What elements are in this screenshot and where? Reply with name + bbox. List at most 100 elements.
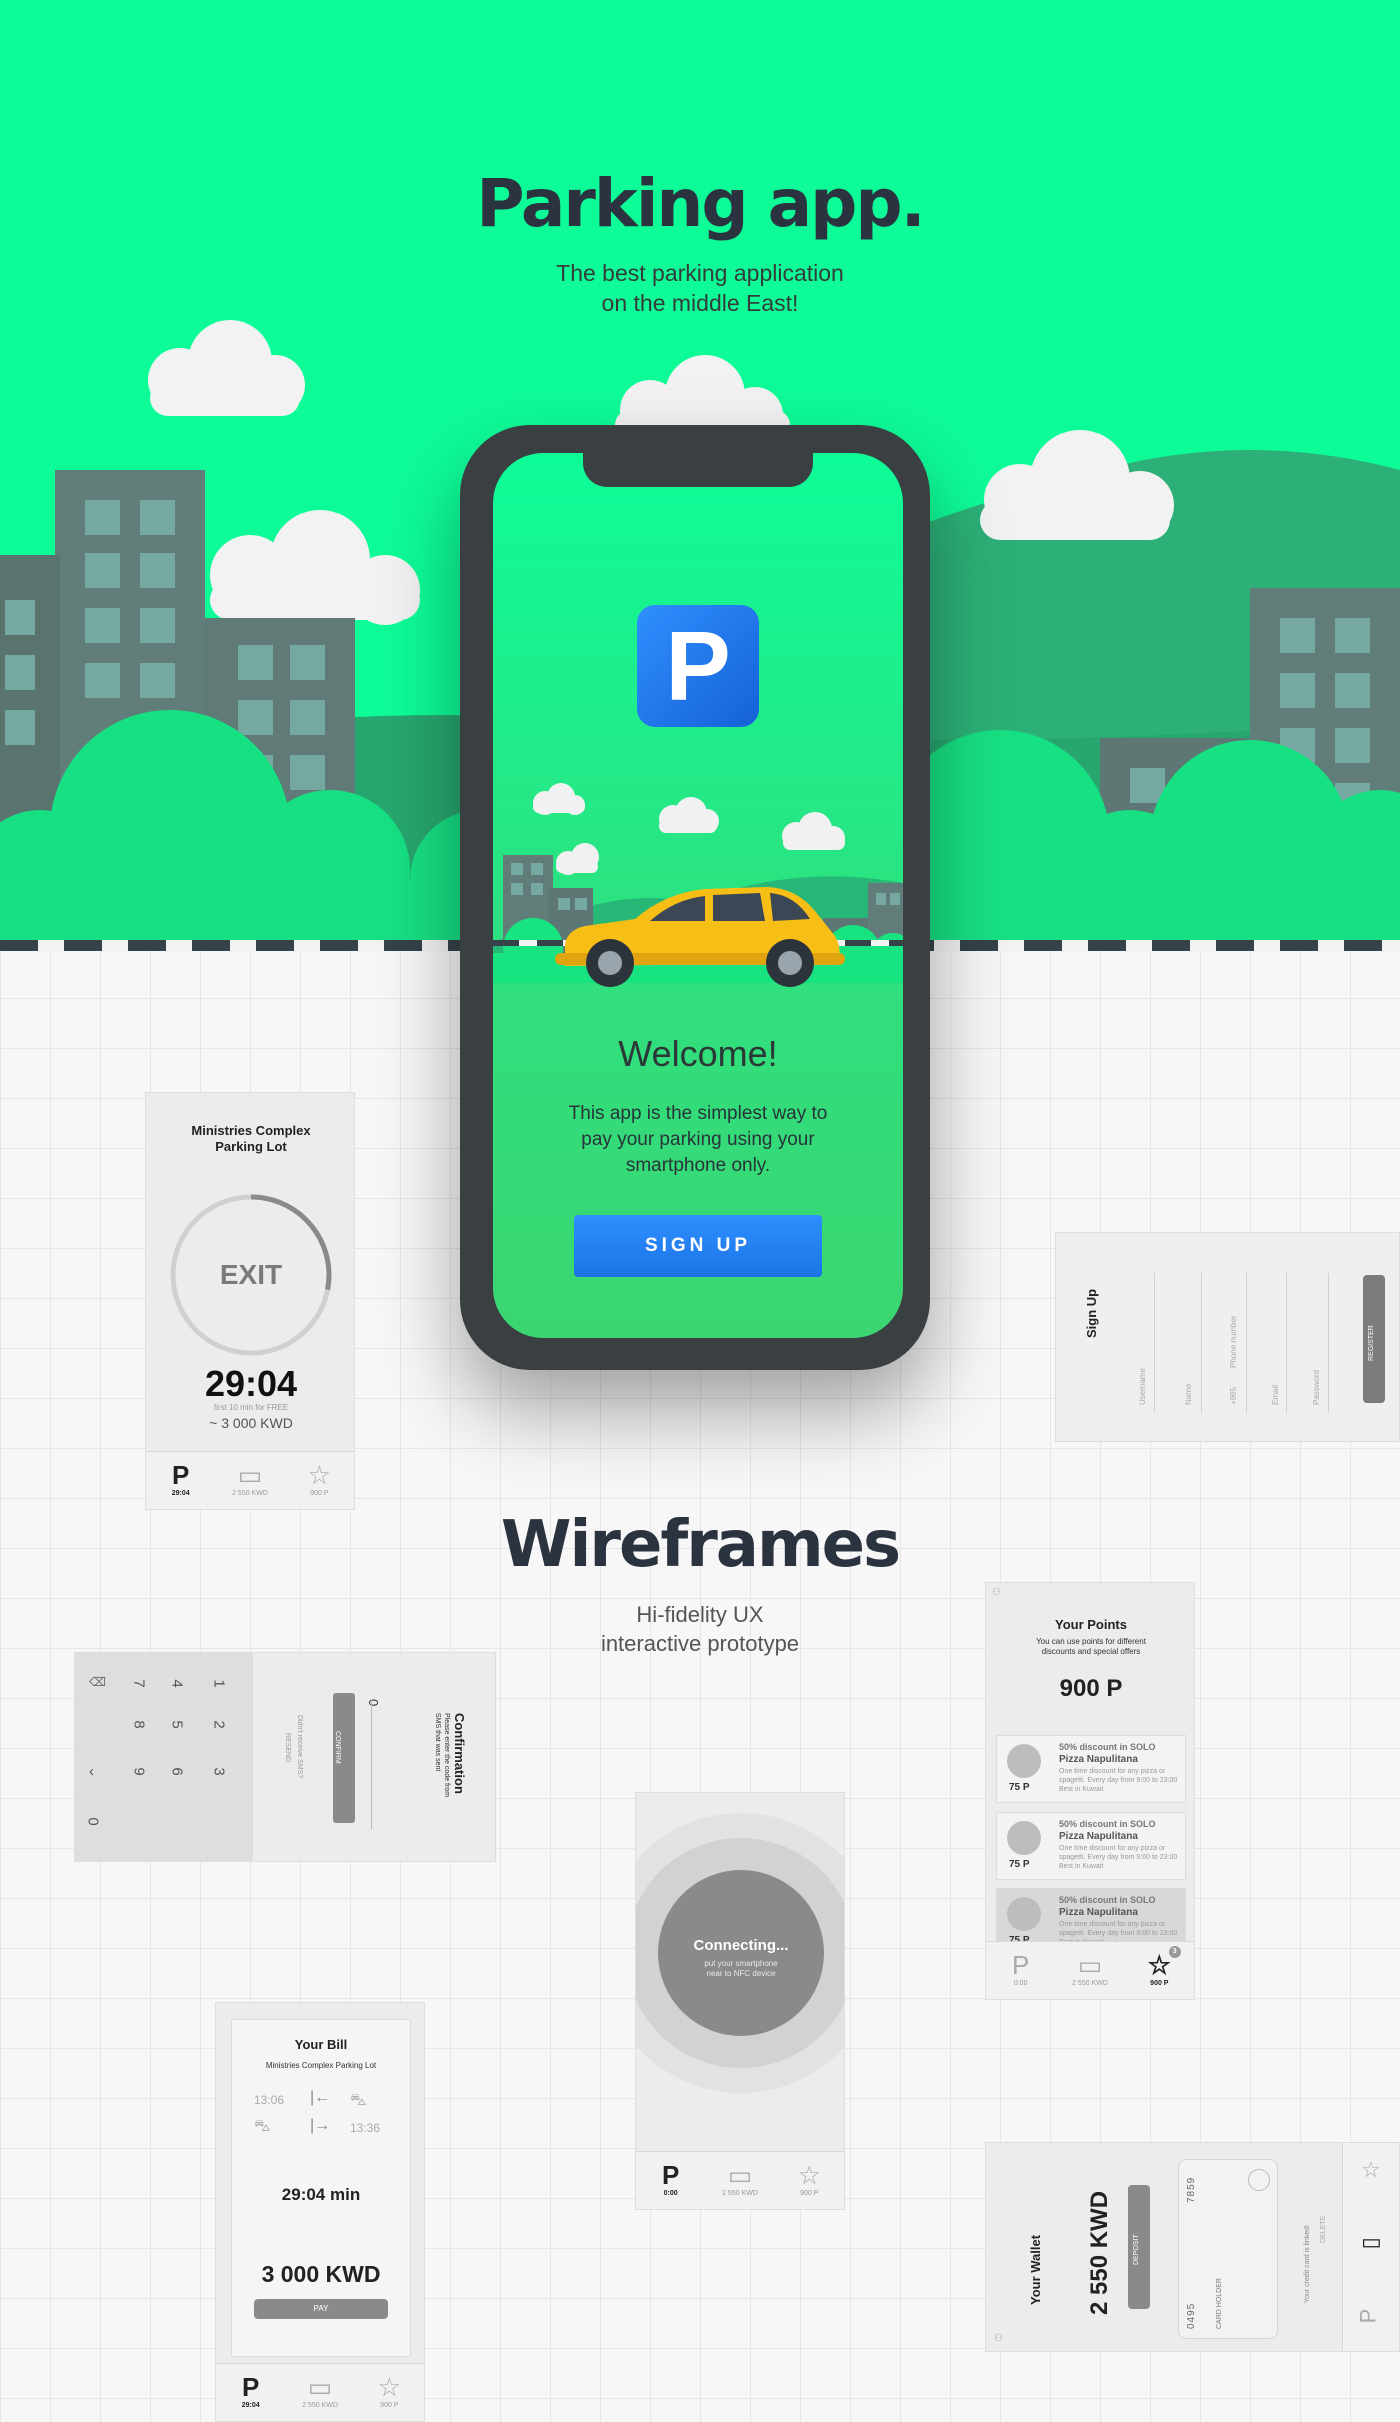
points-tabbar: P 0:00 ▭ 2 550 KWD ☆ 900 P 3 [986,1941,1194,1999]
tab-wallet[interactable]: ▭ 2 550 KWD [285,2364,354,2421]
country-code-field[interactable]: +965 [1229,1387,1238,1405]
tab-points[interactable]: ☆ 900 P [775,2152,844,2209]
exit-button[interactable]: EXIT [146,1259,354,1291]
tab-wallet[interactable]: ▭ 2 550 KWD [1055,1942,1124,1999]
tab-points-label: 900 P [1150,1980,1169,1987]
key-2[interactable]: 2 [211,1720,228,1728]
parking-icon: P [1011,1950,1030,1980]
connecting-hint: put your smartphone near to NFC device [636,1959,844,1979]
parking-lot-title: Ministries Complex Parking Lot [146,1123,354,1155]
tab-parking[interactable]: P 29:04 [146,1452,215,1509]
confirm-button[interactable]: CONFIRM [333,1693,355,1823]
signup-title: Sign Up [1084,1288,1099,1338]
key-8[interactable]: 8 [131,1720,148,1728]
phone-field[interactable]: Phone number [1229,1316,1238,1368]
register-button[interactable]: REGISTER [1363,1275,1385,1403]
bill-subtitle: Ministries Complex Parking Lot [265,2061,377,2070]
signup-screen-wireframe: Sign Up Username Name +965 Phone number … [1055,1232,1400,1442]
tab-parking-label: 29:04 [171,1490,190,1497]
wallet-icon: ▭ [727,2160,753,2190]
tab-wallet-label: 2 550 KWD [722,2190,758,2197]
wallet-screen-wireframe: ⚇ Your Wallet 2 550 KWD DEPOSIT 0495 785… [985,2142,1400,2352]
offer-card[interactable]: 75 P 50% discount in SOLO Pizza Napulita… [996,1812,1186,1880]
code-input[interactable]: 0 [366,1699,381,1706]
field-divider [1286,1273,1287,1413]
tab-points[interactable]: ☆ 900 P [285,1452,354,1509]
offer-description: One time discount for any pizza or spage… [1059,1768,1178,1793]
parking-lot-title-line2: Parking Lot [215,1139,287,1154]
parking-icon: P [241,2372,260,2402]
tab-points[interactable]: ☆ 900 P 3 [1125,1942,1194,1999]
pay-button[interactable]: PAY [254,2299,388,2319]
bill-tabbar: P 29:04 ▭ 2 550 KWD ☆ 900 P [216,2363,424,2421]
tab-parking-label: 29:04 [241,2402,260,2409]
tab-parking-label: 0:00 [1013,1980,1028,1987]
offer-card[interactable]: 75 P 50% discount in SOLO Pizza Napulita… [996,1735,1186,1803]
key-9[interactable]: 9 [131,1767,148,1775]
user-icon[interactable]: ⚇ [994,2333,1003,2344]
key-7[interactable]: 7 [131,1679,148,1687]
free-note: first 10 min for FREE [213,1403,289,1412]
card-number-last: 7859 [1186,2176,1197,2203]
tab-points[interactable]: ☆ 900 P [355,2364,424,2421]
offer-place: Pizza Napulitana [1059,1831,1138,1842]
enter-arrow-icon: |← [310,2089,331,2106]
wallet-title: Your Wallet [1028,2234,1043,2305]
email-field[interactable]: Email [1271,1385,1280,1405]
confirm-label: CONFIRM [334,1731,341,1764]
parking-lot-title-line1: Ministries Complex [191,1123,311,1138]
username-field[interactable]: Username [1138,1368,1147,1405]
register-label: REGISTER [1368,1325,1375,1361]
password-field[interactable]: Password [1312,1370,1321,1405]
points-description: You can use points for different discoun… [1036,1637,1146,1656]
deposit-button[interactable]: DEPOSIT [1128,2185,1150,2309]
points-title: Your Points [1055,1617,1127,1632]
key-6[interactable]: 6 [169,1767,186,1775]
tab-points-star-icon[interactable]: ☆ [1361,2157,1381,2183]
key-5[interactable]: 5 [169,1720,186,1728]
tab-points-label: 900 P [380,2402,399,2409]
time-in: 13:06 [254,2093,285,2107]
card-brand-icon [1248,2169,1270,2191]
key-4[interactable]: 4 [169,1679,186,1687]
parking-icon: P [171,1460,190,1490]
resend-question: Didn't receive SMS? [296,1715,303,1779]
name-field[interactable]: Name [1184,1384,1193,1405]
connecting-hint-line2: near to NFC device [706,1969,776,1978]
tab-wallet[interactable]: ▭ 2 550 KWD [705,2152,774,2209]
card-number-first: 0495 [1186,2302,1197,2329]
offer-avatar [1007,1821,1041,1855]
delete-key-icon[interactable]: ⌫ [89,1675,106,1689]
bill-title: Your Bill [294,2037,348,2052]
hero-subtitle: The best parking application on the midd… [0,258,1400,318]
code-underline [371,1699,372,1829]
tab-wallet[interactable]: ▭ 2 550 KWD [215,1452,284,1509]
confirm-instruction: Please enter the code from SMS that was … [434,1713,450,1798]
tab-parking[interactable]: P 0:00 [986,1942,1055,1999]
exit-arrow-icon: |→ [310,2117,331,2134]
key-0[interactable]: 0 [85,1817,102,1825]
key-1[interactable]: 1 [211,1679,228,1687]
delete-card-link[interactable]: DELETE [1320,2216,1327,2243]
parking-cost: ~ 3 000 KWD [209,1415,293,1431]
tab-parking-icon[interactable]: P [1355,2309,1381,2324]
star-icon: ☆ [307,1460,331,1490]
offer-avatar [1007,1744,1041,1778]
signup-button[interactable]: SIGN UP [574,1215,822,1277]
keypad: ⌫ 7 8 9 4 5 6 1 2 3 0 ‹ [75,1653,253,1861]
connecting-screen-wireframe: Connecting... put your smartphone near t… [635,1792,845,2210]
hero-title: Parking app. [476,165,926,242]
key-3[interactable]: 3 [211,1767,228,1775]
connecting-hint-line1: put your smartphone [704,1959,778,1968]
user-icon[interactable]: ⚇ [992,1587,1001,1598]
tab-wallet-icon[interactable]: ▭ [1361,2229,1382,2255]
welcome-description-line2: pay your parking using your [581,1129,815,1150]
field-divider [1246,1273,1247,1413]
tab-parking[interactable]: P 29:04 [216,2364,285,2421]
resend-link[interactable]: RESEND [284,1733,291,1762]
back-chevron-icon[interactable]: ‹ [89,1763,94,1780]
offer-title: 50% discount in SOLO [1059,1742,1156,1752]
wireframes-title: Wireframes [500,1508,901,1582]
exit-tabbar: P 29:04 ▭ 2 550 KWD ☆ 900 P [146,1451,354,1509]
tab-parking[interactable]: P 0:00 [636,2152,705,2209]
